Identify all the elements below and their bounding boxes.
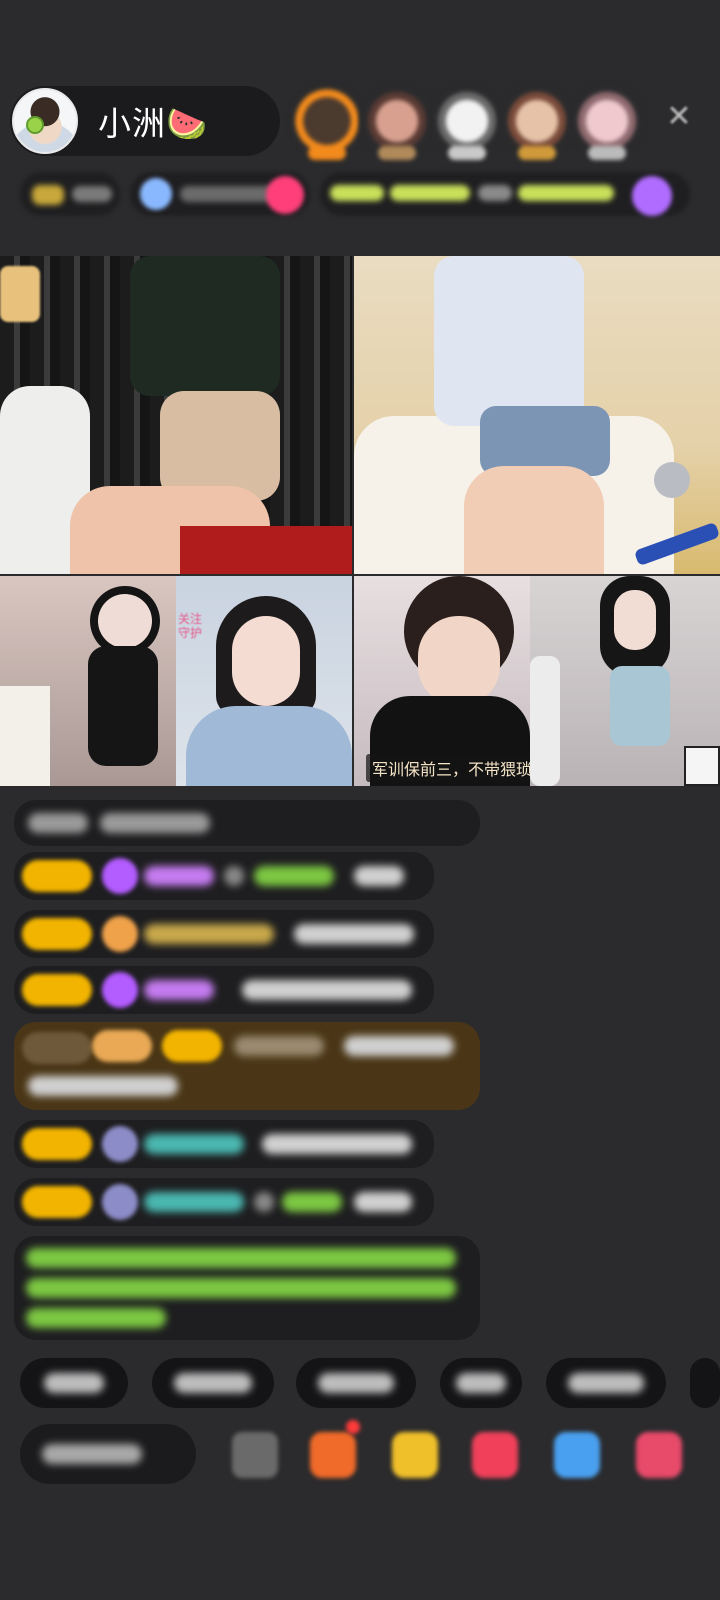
follow-note: 关注 守护 (178, 612, 203, 640)
shop-icon[interactable] (310, 1432, 356, 1478)
user-avatar (102, 1184, 138, 1220)
quick-reply-chip[interactable] (20, 1358, 128, 1408)
chat-message-highlight[interactable] (14, 1022, 480, 1110)
sub-video-left[interactable]: 军训保前三，不带猥琐 (354, 576, 539, 786)
viewer-avatar[interactable] (430, 84, 504, 160)
level-badge (92, 1030, 152, 1062)
emoji-icon[interactable] (232, 1432, 278, 1478)
user-avatar (102, 1126, 138, 1162)
chat-message[interactable] (14, 966, 434, 1014)
gem-icon (102, 858, 138, 894)
viewer-avatar[interactable] (290, 84, 364, 160)
fire-icon (102, 916, 138, 952)
chat-message[interactable] (14, 1120, 434, 1168)
close-icon[interactable]: ✕ (662, 100, 696, 134)
fan-badge (22, 1186, 92, 1218)
sub-video-right[interactable]: 关注 守护 (176, 576, 352, 786)
room-info-row (20, 170, 690, 218)
fan-badge (22, 860, 92, 892)
quick-reply-chip[interactable] (152, 1358, 274, 1408)
quick-reply-chip[interactable] (440, 1358, 522, 1408)
lucky-icon[interactable] (632, 176, 672, 216)
system-notice (14, 1236, 480, 1340)
fan-badge (22, 974, 92, 1006)
fan-badge (162, 1030, 222, 1062)
video-tile-2[interactable] (354, 256, 720, 574)
top-viewers-list (290, 84, 644, 160)
quick-reply-chip[interactable] (546, 1358, 666, 1408)
quick-reply-chip[interactable] (296, 1358, 416, 1408)
chat-message[interactable] (14, 910, 434, 958)
quick-reply-chip[interactable] (690, 1358, 720, 1408)
notification-dot (346, 1420, 360, 1434)
rank-badge-icon (32, 185, 64, 205)
planet-icon (140, 178, 172, 210)
video-tile-3[interactable]: 关注 守护 (0, 576, 352, 786)
gift-icon[interactable] (392, 1432, 438, 1478)
sticker (0, 266, 40, 322)
video-tile-1[interactable] (0, 256, 352, 574)
sub-video-right[interactable] (530, 576, 720, 786)
comment-input[interactable] (20, 1424, 196, 1484)
viewer-avatar[interactable] (500, 84, 574, 160)
viewer-avatar[interactable] (570, 84, 644, 160)
viewer-avatar[interactable] (360, 84, 434, 160)
video-tile-4[interactable]: 军训保前三，不带猥琐 (354, 576, 720, 786)
host-name: 小洲🍉 (98, 104, 209, 143)
share-icon[interactable] (554, 1432, 600, 1478)
fan-badge (22, 918, 92, 950)
chat-message[interactable] (14, 1178, 434, 1226)
sub-video-left[interactable] (0, 576, 176, 786)
chat-message[interactable] (14, 852, 434, 900)
chat-message[interactable] (14, 800, 480, 846)
like-icon[interactable] (472, 1432, 518, 1478)
gift-heart-icon[interactable] (266, 176, 304, 214)
video-caption: 军训保前三，不带猥琐 (366, 754, 539, 782)
gem-icon (102, 972, 138, 1008)
more-icon[interactable] (636, 1432, 682, 1478)
host-info-pill[interactable]: 小洲🍉 (10, 86, 280, 156)
host-avatar[interactable] (12, 88, 78, 154)
fan-badge (22, 1128, 92, 1160)
